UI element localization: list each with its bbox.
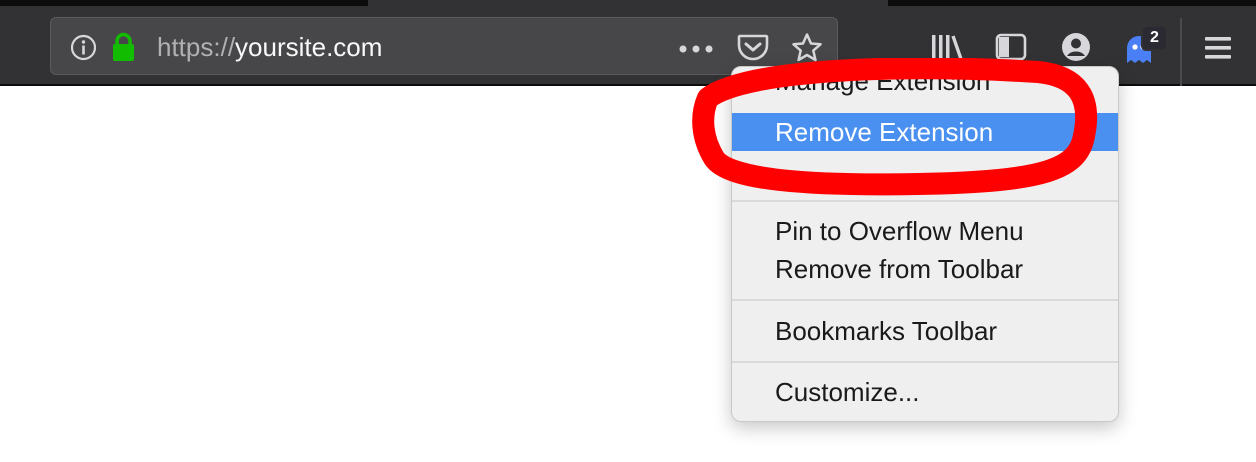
extension-badge: 2 xyxy=(1141,25,1168,51)
extension-context-menu: Manage Extension Remove Extension Pin to… xyxy=(731,66,1119,422)
url-host: yoursite.com xyxy=(235,32,383,62)
menu-item-remove-extension[interactable]: Remove Extension xyxy=(732,113,1118,151)
sidebar-icon[interactable] xyxy=(995,32,1027,62)
pocket-icon[interactable] xyxy=(737,32,769,62)
menu-separator xyxy=(732,361,1118,363)
account-icon[interactable] xyxy=(1060,31,1092,63)
browser-window: https://yoursite.com 2 Manage Extension … xyxy=(0,0,1256,462)
url-text[interactable]: https://yoursite.com xyxy=(157,32,382,62)
menu-item-manage-extension[interactable]: Manage Extension xyxy=(732,79,1118,105)
url-bar[interactable]: https://yoursite.com xyxy=(50,17,838,75)
menu-item-customize[interactable]: Customize... xyxy=(732,374,1118,410)
menu-item-bookmarks-toolbar[interactable]: Bookmarks Toolbar xyxy=(732,313,1118,349)
star-icon[interactable] xyxy=(791,32,823,64)
more-icon[interactable] xyxy=(679,45,713,53)
url-scheme: https:// xyxy=(157,32,236,62)
toolbar-separator xyxy=(1180,18,1182,86)
lock-icon[interactable] xyxy=(111,32,136,62)
menu-separator xyxy=(732,299,1118,301)
menu-item-remove-from-toolbar[interactable]: Remove from Toolbar xyxy=(732,251,1118,287)
hamburger-menu-icon[interactable] xyxy=(1202,34,1234,62)
menu-item-label: Manage Extension xyxy=(775,79,991,96)
info-icon[interactable] xyxy=(70,34,97,61)
menu-separator xyxy=(732,200,1118,202)
menu-item-pin-to-overflow[interactable]: Pin to Overflow Menu xyxy=(732,213,1118,249)
library-icon[interactable] xyxy=(930,32,964,62)
